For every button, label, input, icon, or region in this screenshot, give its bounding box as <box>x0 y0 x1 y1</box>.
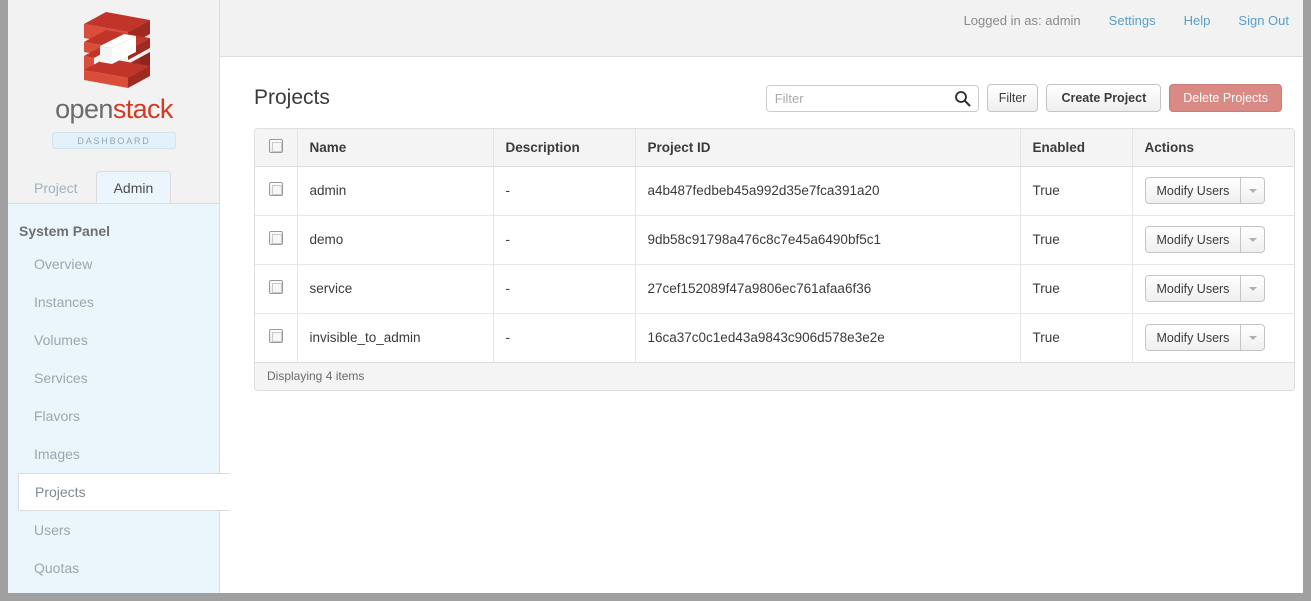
cell-enabled: True <box>1020 166 1132 215</box>
cell-description: - <box>493 264 635 313</box>
cell-name: demo <box>297 215 493 264</box>
column-header-actions: Actions <box>1132 129 1294 166</box>
cell-description: - <box>493 215 635 264</box>
main-content: Projects Filter Create Project Delete Pr… <box>221 57 1303 593</box>
cell-project-id: 27cef152089f47a9806ec761afaa6f36 <box>635 264 1020 313</box>
settings-link[interactable]: Settings <box>1109 13 1156 28</box>
brand-panel: openstack DASHBOARD <box>8 0 220 160</box>
column-header-name[interactable]: Name <box>297 129 493 166</box>
help-link[interactable]: Help <box>1184 13 1211 28</box>
table-header-row: Name Description Project ID Enabled Acti… <box>255 129 1294 166</box>
modify-users-button[interactable]: Modify Users <box>1145 226 1242 253</box>
sidebar-item-services[interactable]: Services <box>8 359 219 397</box>
openstack-cube-logo <box>66 8 162 92</box>
row-checkbox-cell <box>255 166 297 215</box>
panel-tabs: Project Admin <box>8 160 220 204</box>
sidebar-item-flavors[interactable]: Flavors <box>8 397 219 435</box>
chevron-down-icon <box>1249 189 1257 193</box>
cell-project-id: 16ca37c0c1ed43a9843c906d578e3e2e <box>635 313 1020 362</box>
row-checkbox[interactable] <box>269 231 283 245</box>
sidebar-nav: System Panel Overview Instances Volumes … <box>8 203 220 593</box>
cell-enabled: True <box>1020 264 1132 313</box>
table-row: service - 27cef152089f47a9806ec761afaa6f… <box>255 264 1294 313</box>
modify-users-button[interactable]: Modify Users <box>1145 324 1242 351</box>
action-dropdown-toggle[interactable] <box>1241 275 1265 302</box>
logo-wrap[interactable]: openstack DASHBOARD <box>8 8 220 149</box>
action-dropdown-toggle[interactable] <box>1241 324 1265 351</box>
table-head: Name Description Project ID Enabled Acti… <box>255 129 1294 166</box>
filter-button[interactable]: Filter <box>987 84 1039 112</box>
sidebar-item-instances[interactable]: Instances <box>8 283 219 321</box>
row-checkbox[interactable] <box>269 329 283 343</box>
action-dropdown-toggle[interactable] <box>1241 177 1265 204</box>
cell-name: admin <box>297 166 493 215</box>
action-button-group: Modify Users <box>1145 324 1266 351</box>
sidebar-heading: System Panel <box>8 204 219 245</box>
table-footer: Displaying 4 items <box>255 363 1294 390</box>
search-icon[interactable] <box>954 90 971 107</box>
filter-input-wrap[interactable] <box>766 85 979 112</box>
modify-users-button[interactable]: Modify Users <box>1145 177 1242 204</box>
cell-project-id: 9db58c91798a476c8c7e45a6490bf5c1 <box>635 215 1020 264</box>
row-checkbox-cell <box>255 313 297 362</box>
sign-out-link[interactable]: Sign Out <box>1238 13 1289 28</box>
sidebar-item-images[interactable]: Images <box>8 435 219 473</box>
row-checkbox-cell <box>255 215 297 264</box>
table-row: admin - a4b487fedbeb45a992d35e7fca391a20… <box>255 166 1294 215</box>
chevron-down-icon <box>1249 287 1257 291</box>
action-button-group: Modify Users <box>1145 226 1266 253</box>
top-bar-right: Logged in as: admin Settings Help Sign O… <box>964 13 1289 28</box>
cell-actions: Modify Users <box>1132 215 1294 264</box>
cell-description: - <box>493 166 635 215</box>
cell-enabled: True <box>1020 215 1132 264</box>
action-button-group: Modify Users <box>1145 177 1266 204</box>
logged-in-label: Logged in as: admin <box>964 13 1081 28</box>
content-header: Projects Filter Create Project Delete Pr… <box>254 84 1294 130</box>
cell-actions: Modify Users <box>1132 313 1294 362</box>
projects-table: Name Description Project ID Enabled Acti… <box>255 129 1294 363</box>
cell-actions: Modify Users <box>1132 166 1294 215</box>
table-row: invisible_to_admin - 16ca37c0c1ed43a9843… <box>255 313 1294 362</box>
cell-name: service <box>297 264 493 313</box>
column-header-enabled[interactable]: Enabled <box>1020 129 1132 166</box>
cell-description: - <box>493 313 635 362</box>
row-checkbox-cell <box>255 264 297 313</box>
chevron-down-icon <box>1249 336 1257 340</box>
sidebar-item-overview[interactable]: Overview <box>8 245 219 283</box>
logo-word-stack: stack <box>113 94 173 124</box>
tab-project[interactable]: Project <box>16 171 96 204</box>
chevron-down-icon <box>1249 238 1257 242</box>
action-dropdown-toggle[interactable] <box>1241 226 1265 253</box>
cell-name: invisible_to_admin <box>297 313 493 362</box>
column-header-project-id[interactable]: Project ID <box>635 129 1020 166</box>
column-header-description[interactable]: Description <box>493 129 635 166</box>
cell-project-id: a4b487fedbeb45a992d35e7fca391a20 <box>635 166 1020 215</box>
tab-admin[interactable]: Admin <box>96 171 172 205</box>
dashboard-page: Logged in as: admin Settings Help Sign O… <box>8 0 1303 593</box>
cell-enabled: True <box>1020 313 1132 362</box>
dashboard-badge: DASHBOARD <box>52 132 176 149</box>
create-project-button[interactable]: Create Project <box>1046 84 1161 112</box>
sidebar-item-users[interactable]: Users <box>8 511 219 549</box>
section-title: Projects <box>254 86 330 110</box>
sidebar-item-quotas[interactable]: Quotas <box>8 549 219 587</box>
table-row: demo - 9db58c91798a476c8c7e45a6490bf5c1 … <box>255 215 1294 264</box>
modify-users-button[interactable]: Modify Users <box>1145 275 1242 302</box>
action-button-group: Modify Users <box>1145 275 1266 302</box>
logo-word-open: open <box>55 94 113 124</box>
row-checkbox[interactable] <box>269 280 283 294</box>
delete-projects-button[interactable]: Delete Projects <box>1169 84 1282 112</box>
projects-table-wrap: Name Description Project ID Enabled Acti… <box>254 128 1295 391</box>
filter-input[interactable] <box>767 86 978 111</box>
sidebar-item-projects[interactable]: Projects <box>18 473 230 511</box>
select-all-header <box>255 129 297 166</box>
table-body: admin - a4b487fedbeb45a992d35e7fca391a20… <box>255 166 1294 362</box>
cell-actions: Modify Users <box>1132 264 1294 313</box>
logo-wordmark: openstack <box>55 94 173 125</box>
table-toolbar: Filter Create Project Delete Projects <box>766 84 1282 112</box>
select-all-checkbox[interactable] <box>269 139 283 153</box>
row-checkbox[interactable] <box>269 182 283 196</box>
sidebar-item-volumes[interactable]: Volumes <box>8 321 219 359</box>
